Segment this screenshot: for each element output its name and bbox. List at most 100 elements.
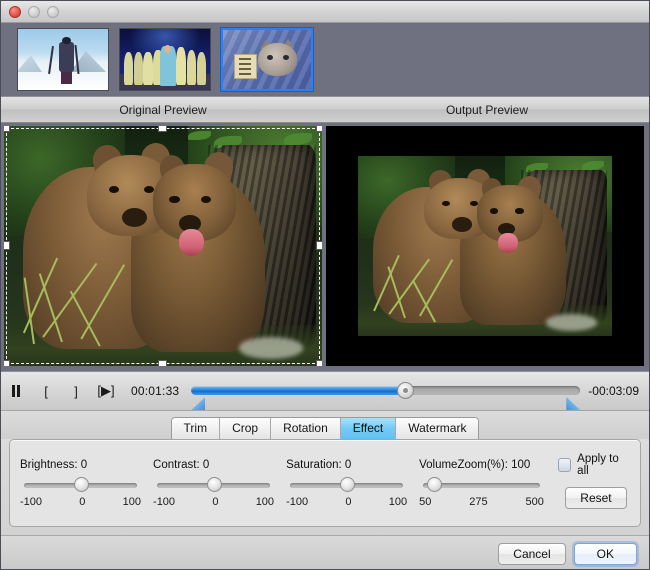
person-shape <box>123 51 134 86</box>
zoom-button[interactable] <box>47 5 59 18</box>
apply-to-all-label: Apply to all <box>577 453 619 477</box>
thumbnail-skier-clip[interactable] <box>17 28 109 91</box>
person-shape <box>143 51 154 86</box>
apply-to-all-row[interactable]: Apply to all <box>557 453 630 477</box>
wolf-snout <box>451 217 473 232</box>
effect-panel-actions: Apply to all Reset <box>557 453 630 513</box>
edit-window: Original Preview Output Preview [] [▶] … <box>0 0 650 570</box>
saturation-scale: -100 0 100 <box>286 496 407 508</box>
pause-icon <box>12 385 20 397</box>
preview-area <box>1 123 649 371</box>
title-bar <box>1 1 649 23</box>
volume-zoom-scale: 50 275 500 <box>419 496 544 508</box>
output-preview-pane[interactable] <box>326 126 644 366</box>
apply-to-all-checkbox[interactable] <box>557 458 572 472</box>
thumbnail-image <box>18 29 108 90</box>
play-segment-button[interactable]: [▶] <box>91 378 121 404</box>
window-controls <box>9 5 59 18</box>
saturation-mid: 0 <box>345 495 352 508</box>
wolf-tongue <box>178 229 205 256</box>
volume-zoom-mid: 275 <box>469 495 488 508</box>
set-end-point-button[interactable]: ] <box>61 378 91 404</box>
saturation-slider[interactable] <box>286 476 407 493</box>
timeline-playhead[interactable] <box>397 382 415 399</box>
person-shape <box>186 49 197 86</box>
thumbnail-wedding-clip[interactable] <box>119 28 211 91</box>
volume-zoom-slider[interactable] <box>419 476 544 493</box>
original-video-frame <box>4 126 322 366</box>
transport-bar: [ ] [▶] 00:01:33 -00:03:09 <box>1 371 649 411</box>
paper-tag <box>233 53 257 80</box>
volume-zoom-min: 50 <box>419 495 432 508</box>
saturation-max: 100 <box>388 495 408 508</box>
highlight <box>239 337 303 359</box>
cancel-button[interactable]: Cancel <box>498 542 566 565</box>
contrast-thumb[interactable] <box>206 476 222 492</box>
person-shape <box>133 51 144 86</box>
contrast-slider[interactable] <box>153 476 274 493</box>
minimize-button[interactable] <box>28 5 40 18</box>
contrast-label: Contrast: 0 <box>153 458 210 471</box>
dialog-footer: Cancel OK <box>1 535 649 569</box>
contrast-control: Contrast: 0 -100 0 100 <box>153 459 274 508</box>
output-frame-image <box>358 156 612 336</box>
brightness-mid: 0 <box>79 495 86 508</box>
saturation-control: Saturation: 0 -100 0 100 <box>286 459 407 508</box>
preview-header-bar: Original Preview Output Preview <box>1 96 649 123</box>
wolf-eye <box>169 195 180 203</box>
wolf-eye <box>490 208 499 214</box>
contrast-mid: 0 <box>212 495 219 508</box>
volume-zoom-control: VolumeZoom(%): 100 50 275 500 <box>419 459 544 508</box>
tab-watermark[interactable]: Watermark <box>396 418 479 439</box>
remaining-time-label: -00:03:09 <box>588 384 639 398</box>
brightness-label: Brightness: 0 <box>20 458 88 471</box>
tab-trim[interactable]: Trim <box>171 418 221 439</box>
edit-tab-bar: Trim Crop Rotation Effect Watermark <box>170 417 480 439</box>
timeline-progress <box>191 386 406 395</box>
person-shape <box>175 47 186 86</box>
pause-button[interactable] <box>1 378 31 404</box>
skier-body <box>59 42 74 72</box>
brightness-min: -100 <box>20 495 43 508</box>
saturation-label: Saturation: 0 <box>286 458 352 471</box>
wolf-eye <box>515 208 524 214</box>
original-preview-label: Original Preview <box>119 102 207 117</box>
wolf-eye <box>201 195 212 203</box>
current-time-label: 00:01:33 <box>131 384 180 398</box>
close-button[interactable] <box>9 5 21 18</box>
thumbnail-image <box>120 29 210 90</box>
thumbnail-kitten-clip[interactable] <box>220 27 314 92</box>
trim-start-marker[interactable] <box>191 397 206 410</box>
person-shape <box>196 51 207 86</box>
original-preview-pane[interactable] <box>4 126 322 366</box>
ski-pole <box>48 46 55 75</box>
effect-panel-zone: Brightness: 0 -100 0 100 Contrast: 0 -10… <box>1 439 649 535</box>
brightness-thumb[interactable] <box>73 476 89 492</box>
tab-bar-zone: Trim Crop Rotation Effect Watermark <box>1 411 649 439</box>
thumbnail-image <box>223 30 311 89</box>
ok-button[interactable]: OK <box>573 542 637 565</box>
kitten-head <box>258 42 297 76</box>
contrast-scale: -100 0 100 <box>153 496 274 508</box>
kitten-eye <box>282 54 289 61</box>
volume-zoom-label: VolumeZoom(%): 100 <box>419 458 531 471</box>
output-preview-label: Output Preview <box>445 102 529 117</box>
tab-crop[interactable]: Crop <box>220 418 272 439</box>
reset-button[interactable]: Reset <box>565 487 627 509</box>
volume-zoom-thumb[interactable] <box>427 476 443 492</box>
contrast-max: 100 <box>255 495 275 508</box>
brightness-slider[interactable] <box>20 476 141 493</box>
timeline-slider[interactable] <box>191 376 581 410</box>
clip-thumbnail-strip <box>1 23 649 96</box>
tab-effect[interactable]: Effect <box>340 418 397 439</box>
effect-panel: Brightness: 0 -100 0 100 Contrast: 0 -10… <box>9 439 641 527</box>
saturation-min: -100 <box>286 495 309 508</box>
saturation-thumb[interactable] <box>339 476 355 492</box>
brightness-scale: -100 0 100 <box>20 496 141 508</box>
contrast-min: -100 <box>153 495 176 508</box>
output-video-frame <box>358 156 612 336</box>
trim-end-marker[interactable] <box>566 397 581 410</box>
set-start-point-button[interactable]: [ <box>31 378 61 404</box>
tab-rotation[interactable]: Rotation <box>271 418 341 439</box>
volume-zoom-max: 500 <box>525 495 544 508</box>
